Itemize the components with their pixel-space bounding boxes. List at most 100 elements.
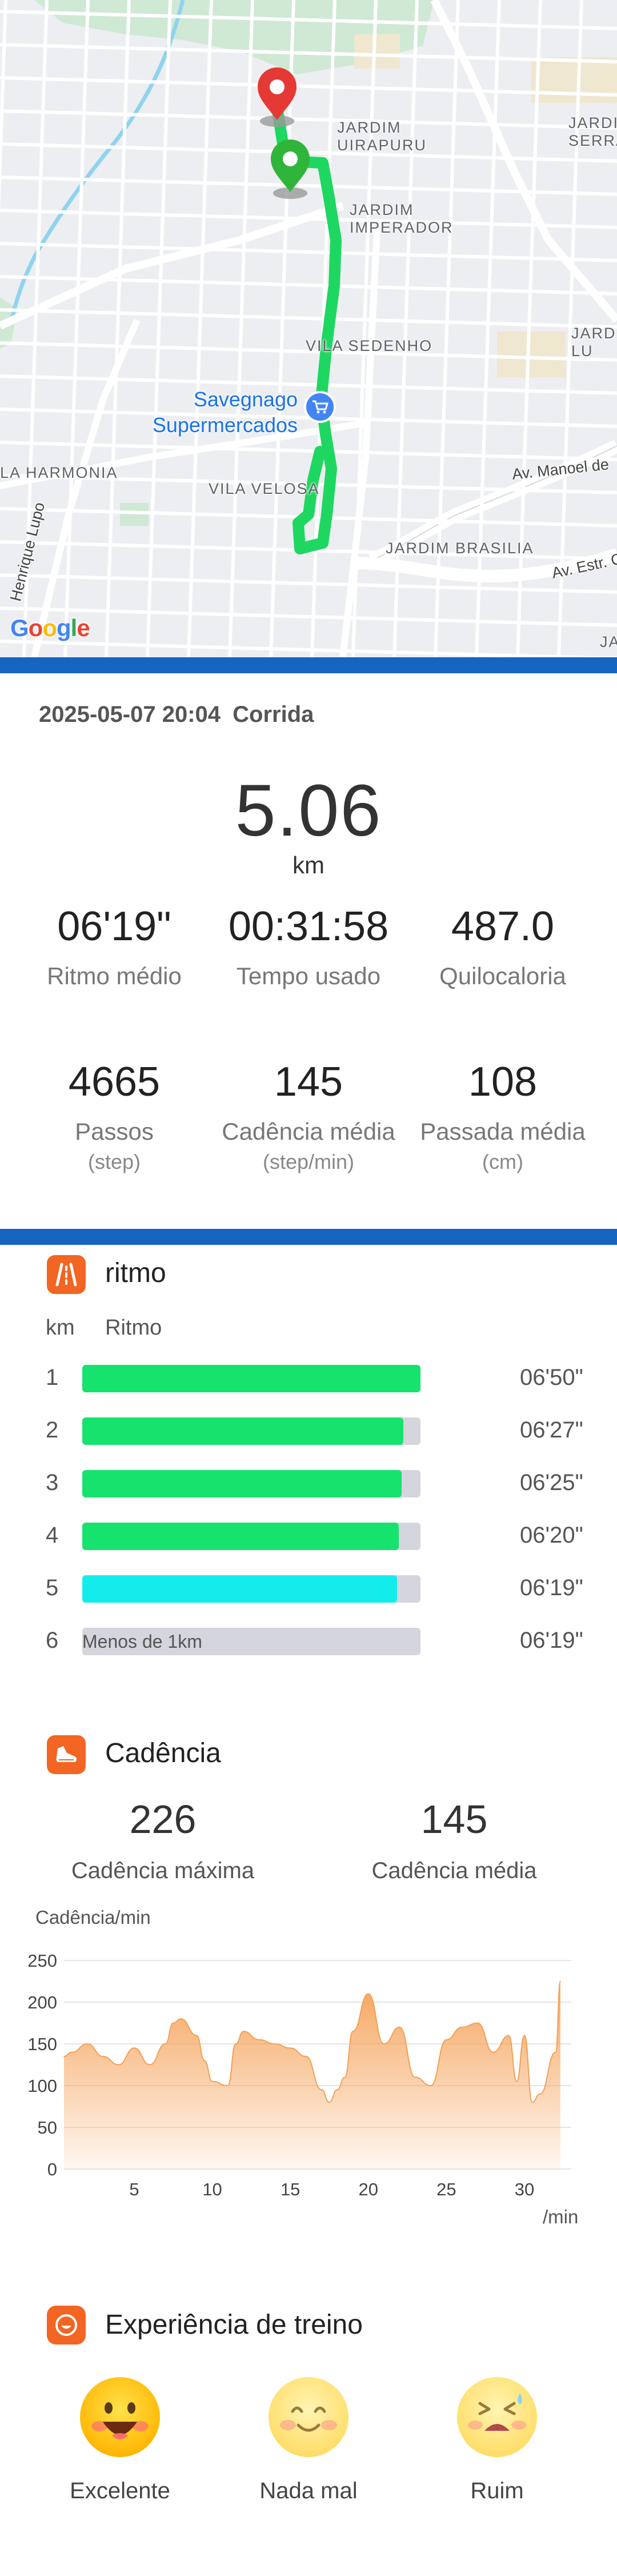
experience-excelente[interactable]: Excelente xyxy=(34,2376,206,2504)
pace-col-km: km xyxy=(46,1316,75,1340)
cadence-avg-label: Cadência média xyxy=(371,1858,537,1883)
stat-stride-label: Passada média xyxy=(420,1118,586,1145)
route-map[interactable]: JARDIM UIRAPURU JARDI SERRA A JARDIM IMP… xyxy=(0,0,617,657)
chart-point xyxy=(290,2047,291,2049)
map-poi-savegnago[interactable]: Savegnago Supermercados xyxy=(140,386,298,438)
pace-bar-fill xyxy=(82,1365,420,1392)
chart-point xyxy=(539,2093,541,2095)
chart-point xyxy=(118,2064,119,2066)
tired-face-icon[interactable] xyxy=(456,2376,538,2458)
pace-bar-note: Menos de 1km xyxy=(82,1631,202,1652)
chart-point xyxy=(305,2056,307,2057)
chart-point xyxy=(211,2080,213,2082)
road-icon xyxy=(47,1255,86,1294)
pace-bar-track xyxy=(82,1523,420,1550)
pace-row: 3 06'25" xyxy=(0,1465,617,1500)
cadence-chart[interactable]: 0 50 100 150 200 250 5 10 15 20 25 30 xyxy=(0,1938,617,2223)
stat-time-value: 00:31:58 xyxy=(228,904,389,949)
chart-x-tick: 20 xyxy=(359,2179,378,2199)
pace-row-time: 06'50" xyxy=(520,1365,583,1390)
stat-calories-label: Quilocaloria xyxy=(439,962,566,989)
stat-cadence-unit: (step/min) xyxy=(262,1150,355,1173)
map-label-jardim-uirapuru: JARDIM UIRAPURU xyxy=(337,119,427,154)
end-pin-icon xyxy=(258,67,297,127)
pace-row: 1 06'50" xyxy=(0,1360,617,1395)
stat-stride-unit: (cm) xyxy=(482,1150,523,1173)
chart-point xyxy=(446,2039,447,2040)
experience-ruim[interactable]: Ruim xyxy=(411,2376,583,2504)
chart-point xyxy=(477,2022,478,2024)
pace-row: 4 06'20" xyxy=(0,1518,617,1552)
chart-point xyxy=(508,2035,510,2036)
smile-face-icon[interactable] xyxy=(267,2376,350,2458)
pace-row-time: 06'25" xyxy=(520,1470,583,1495)
stat-steps-label: Passos xyxy=(75,1118,154,1145)
divider-bar xyxy=(0,1229,617,1245)
pace-row-km: 5 xyxy=(46,1575,59,1600)
cadence-title: Cadência xyxy=(105,1738,221,1768)
stat-cadence: 145 Cadência média (step/min) xyxy=(206,1059,411,1174)
experience-nada-mal[interactable]: Nada mal xyxy=(223,2376,394,2504)
chart-point xyxy=(524,2035,525,2036)
pace-col-pace: Ritmo xyxy=(105,1316,162,1340)
chart-point xyxy=(71,2051,73,2053)
start-pin-icon xyxy=(271,139,310,199)
pace-row-time: 06'27" xyxy=(520,1417,583,1443)
chart-point xyxy=(399,2027,400,2028)
chart-point xyxy=(560,1980,561,1982)
experience-excelente-label: Excelente xyxy=(70,2478,170,2503)
pace-row-km: 6 xyxy=(46,1628,59,1653)
experience-ruim-label: Ruim xyxy=(470,2478,524,2503)
chart-x-tick: 15 xyxy=(281,2179,300,2199)
cadence-max: 226 Cadência máxima xyxy=(49,1796,277,1884)
cart-icon[interactable] xyxy=(304,391,336,423)
pace-title: ritmo xyxy=(105,1258,166,1288)
pace-bar-track: Menos de 1km xyxy=(82,1628,420,1655)
chart-point xyxy=(227,2085,229,2086)
stat-pace: 06'19" Ritmo médio xyxy=(11,903,217,990)
stat-pace-label: Ritmo médio xyxy=(47,962,182,989)
stat-cadence-value: 145 xyxy=(274,1059,343,1105)
chart-x-tick: 5 xyxy=(129,2179,139,2199)
chart-y-axis-label: Cadência/min xyxy=(35,1907,151,1928)
map-label-jardim-brasilia: JARDIM BRASILIA xyxy=(386,540,534,557)
chart-point xyxy=(328,2102,330,2103)
map-label-la-harmonia: LA HARMONIA xyxy=(0,464,118,481)
experience-title: Experiência de treino xyxy=(105,2310,363,2340)
chart-point xyxy=(149,2064,151,2066)
happy-face-icon[interactable] xyxy=(79,2376,161,2458)
pace-row-km: 3 xyxy=(46,1470,59,1495)
activity-type: Corrida xyxy=(233,702,314,727)
chart-point xyxy=(102,2056,104,2057)
distance-value: 5.06 xyxy=(235,770,382,852)
chart-point xyxy=(352,2031,354,2032)
cadence-avg-value: 145 xyxy=(420,1797,488,1842)
chart-area xyxy=(64,1981,560,2169)
shoe-icon xyxy=(47,1735,86,1774)
chart-point xyxy=(531,2102,533,2103)
chart-point xyxy=(336,2089,338,2091)
pace-row-km: 1 xyxy=(46,1365,59,1390)
cadence-max-label: Cadência máxima xyxy=(71,1858,255,1883)
google-logo: Google xyxy=(10,614,90,641)
chart-point xyxy=(165,2043,166,2044)
pace-row: 5 06'19" xyxy=(0,1571,617,1605)
stat-steps-unit: (step) xyxy=(87,1150,141,1173)
chart-point xyxy=(344,2076,346,2078)
distance-unit: km xyxy=(293,852,324,878)
chart-point xyxy=(204,2060,205,2061)
chart-point xyxy=(173,2022,174,2024)
chart-point xyxy=(321,2089,322,2091)
chart-point xyxy=(492,2051,494,2053)
pace-row-km: 4 xyxy=(46,1523,59,1548)
activity-datetime: 2025-05-07 20:04 xyxy=(39,702,221,727)
pace-row-km: 2 xyxy=(46,1417,59,1443)
chart-x-tick: 25 xyxy=(436,2179,456,2199)
chart-y-tick: 200 xyxy=(27,1992,57,2012)
pace-bar-track xyxy=(82,1470,420,1497)
map-label-jardim-imperador: JARDIM IMPERADOR xyxy=(350,201,454,237)
chart-point xyxy=(63,2056,65,2057)
chart-x-tick: 30 xyxy=(515,2179,534,2199)
chart-y-tick: 50 xyxy=(38,2118,57,2138)
map-label-ja: JA xyxy=(600,633,617,650)
